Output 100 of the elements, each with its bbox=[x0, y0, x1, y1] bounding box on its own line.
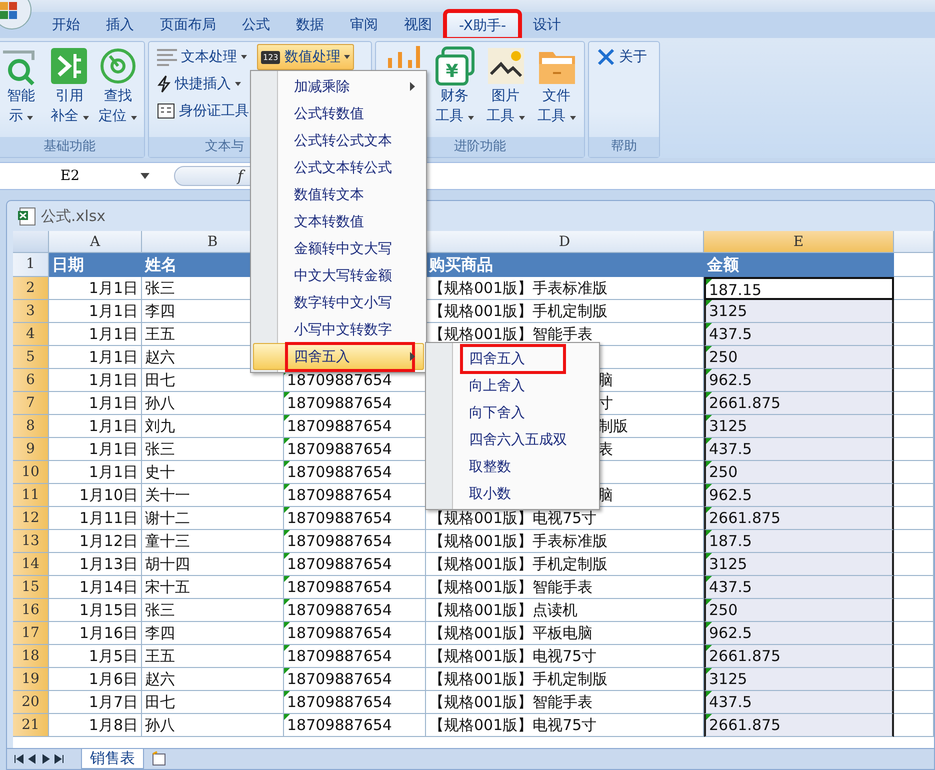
table-cell: 【规格001版】手表标准版 bbox=[426, 530, 704, 553]
table-cell: 18709887654 bbox=[284, 507, 426, 530]
table-cell: 1月6日 bbox=[49, 668, 142, 691]
table-cell: 【规格001版】点读机 bbox=[426, 599, 704, 622]
excel-file-icon bbox=[17, 206, 37, 226]
ribbon-button[interactable]: 文本处理 bbox=[153, 44, 253, 70]
ribbon-tab[interactable]: -X助手- bbox=[446, 12, 519, 38]
new-sheet-icon[interactable] bbox=[150, 751, 168, 767]
row-header[interactable]: 19 bbox=[13, 668, 49, 691]
menu-item[interactable]: 四舍五入 bbox=[428, 345, 597, 372]
table-cell: 田七 bbox=[142, 691, 284, 714]
table-cell bbox=[894, 415, 934, 438]
row-header[interactable]: 16 bbox=[13, 599, 49, 622]
row-header[interactable]: 21 bbox=[13, 714, 49, 737]
menu-item[interactable]: 加减乘除 bbox=[253, 73, 424, 100]
bracket-icon bbox=[49, 46, 90, 86]
row-header[interactable]: 12 bbox=[13, 507, 49, 530]
ribbon-tab[interactable]: 页面布局 bbox=[148, 12, 228, 38]
ribbon-button[interactable]: ¥ 财务 工具 bbox=[431, 44, 478, 128]
row-header[interactable]: 11 bbox=[13, 484, 49, 507]
ribbon-button[interactable]: 身份证工具 bbox=[153, 98, 253, 124]
row-header[interactable]: 5 bbox=[13, 346, 49, 369]
row-header[interactable]: 4 bbox=[13, 323, 49, 346]
table-cell bbox=[894, 323, 934, 346]
table-cell: 孙八 bbox=[142, 392, 284, 415]
table-cell: 1月1日 bbox=[49, 369, 142, 392]
table-cell bbox=[894, 438, 934, 461]
row-header[interactable]: 15 bbox=[13, 576, 49, 599]
row-header[interactable]: 13 bbox=[13, 530, 49, 553]
table-cell: 2661.875 bbox=[704, 645, 894, 668]
row-header[interactable]: 7 bbox=[13, 392, 49, 415]
ribbon-button[interactable]: 123 数值处理 bbox=[257, 44, 354, 70]
table-cell: 1月7日 bbox=[49, 691, 142, 714]
table-cell: 18709887654 bbox=[284, 714, 426, 737]
group-label: 帮助 bbox=[589, 137, 659, 157]
row-header[interactable]: 18 bbox=[13, 645, 49, 668]
ribbon-button[interactable]: 图片 工具 bbox=[482, 44, 529, 128]
table-cell: 1月16日 bbox=[49, 622, 142, 645]
ribbon-button[interactable]: 智能 示 bbox=[0, 44, 44, 128]
table-cell: 1月12日 bbox=[49, 530, 142, 553]
table-cell: 3125 bbox=[704, 553, 894, 576]
ribbon-button[interactable]: 查找 定位 bbox=[96, 44, 140, 128]
row-header[interactable]: 14 bbox=[13, 553, 49, 576]
table-cell: 3125 bbox=[704, 415, 894, 438]
table-cell: 1月13日 bbox=[49, 553, 142, 576]
ribbon-tab[interactable]: 视图 bbox=[392, 12, 444, 38]
ribbon-tab[interactable]: 审阅 bbox=[338, 12, 390, 38]
ribbon-button[interactable]: 关于 bbox=[593, 44, 651, 70]
ribbon-button[interactable]: 快捷插入 bbox=[153, 71, 253, 97]
table-cell bbox=[894, 576, 934, 599]
table-cell: 1月1日 bbox=[49, 392, 142, 415]
table-cell: 刘九 bbox=[142, 415, 284, 438]
ribbon-button[interactable]: 文件 工具 bbox=[533, 44, 580, 128]
row-header[interactable]: 17 bbox=[13, 622, 49, 645]
column-header[interactable]: A bbox=[49, 231, 142, 253]
column-header[interactable]: E bbox=[704, 231, 894, 253]
column-header[interactable]: D bbox=[426, 231, 704, 253]
menu-item[interactable]: 公式转数值 bbox=[253, 100, 424, 127]
row-header[interactable]: 6 bbox=[13, 369, 49, 392]
table-cell: 史十 bbox=[142, 461, 284, 484]
caret-icon bbox=[140, 173, 150, 179]
table-cell: 18709887654 bbox=[284, 645, 426, 668]
table-cell: 金额 bbox=[704, 253, 894, 277]
row-header[interactable]: 10 bbox=[13, 461, 49, 484]
table-cell bbox=[894, 668, 934, 691]
table-cell: 1月1日 bbox=[49, 461, 142, 484]
name-box[interactable]: E2 bbox=[0, 168, 140, 184]
table-cell: 437.5 bbox=[704, 438, 894, 461]
row-header[interactable]: 2 bbox=[13, 277, 49, 300]
ribbon-tab[interactable]: 设计 bbox=[521, 12, 573, 38]
row-header[interactable]: 20 bbox=[13, 691, 49, 714]
menu-item[interactable]: 四舍五入 bbox=[253, 343, 424, 370]
ribbon-tab[interactable]: 开始 bbox=[40, 12, 92, 38]
table-cell: 18709887654 bbox=[284, 599, 426, 622]
table-cell: 3125 bbox=[704, 300, 894, 323]
ribbon-button[interactable]: 引用 补全 bbox=[47, 44, 92, 128]
table-cell: 437.5 bbox=[704, 323, 894, 346]
table-cell: 18709887654 bbox=[284, 622, 426, 645]
row-header[interactable]: 1 bbox=[13, 253, 49, 277]
number-badge-icon: 123 bbox=[261, 50, 280, 64]
ribbon-tab[interactable]: 插入 bbox=[94, 12, 146, 38]
target-icon bbox=[98, 46, 138, 86]
table-cell: 【规格001版】手机定制版 bbox=[426, 553, 704, 576]
table-cell: 1月14日 bbox=[49, 576, 142, 599]
table-cell: 【规格001版】智能手表 bbox=[426, 576, 704, 599]
table-cell: 【规格001版】电视75寸 bbox=[426, 645, 704, 668]
table-cell: 250 bbox=[704, 599, 894, 622]
table-cell: 【规格001版】智能手表 bbox=[426, 691, 704, 714]
table-cell: 【规格001版】平板电脑 bbox=[426, 622, 704, 645]
ribbon-tab[interactable]: 数据 bbox=[284, 12, 336, 38]
table-cell: 1月1日 bbox=[49, 277, 142, 300]
sheet-tab[interactable]: 销售表 bbox=[81, 749, 144, 769]
ribbon-tab[interactable]: 公式 bbox=[230, 12, 282, 38]
table-cell bbox=[894, 461, 934, 484]
row-header[interactable]: 3 bbox=[13, 300, 49, 323]
row-header[interactable]: 8 bbox=[13, 415, 49, 438]
workbook-title: 公式.xlsx bbox=[41, 206, 106, 226]
table-cell: 张三 bbox=[142, 599, 284, 622]
row-header[interactable]: 9 bbox=[13, 438, 49, 461]
table-cell: 962.5 bbox=[704, 484, 894, 507]
